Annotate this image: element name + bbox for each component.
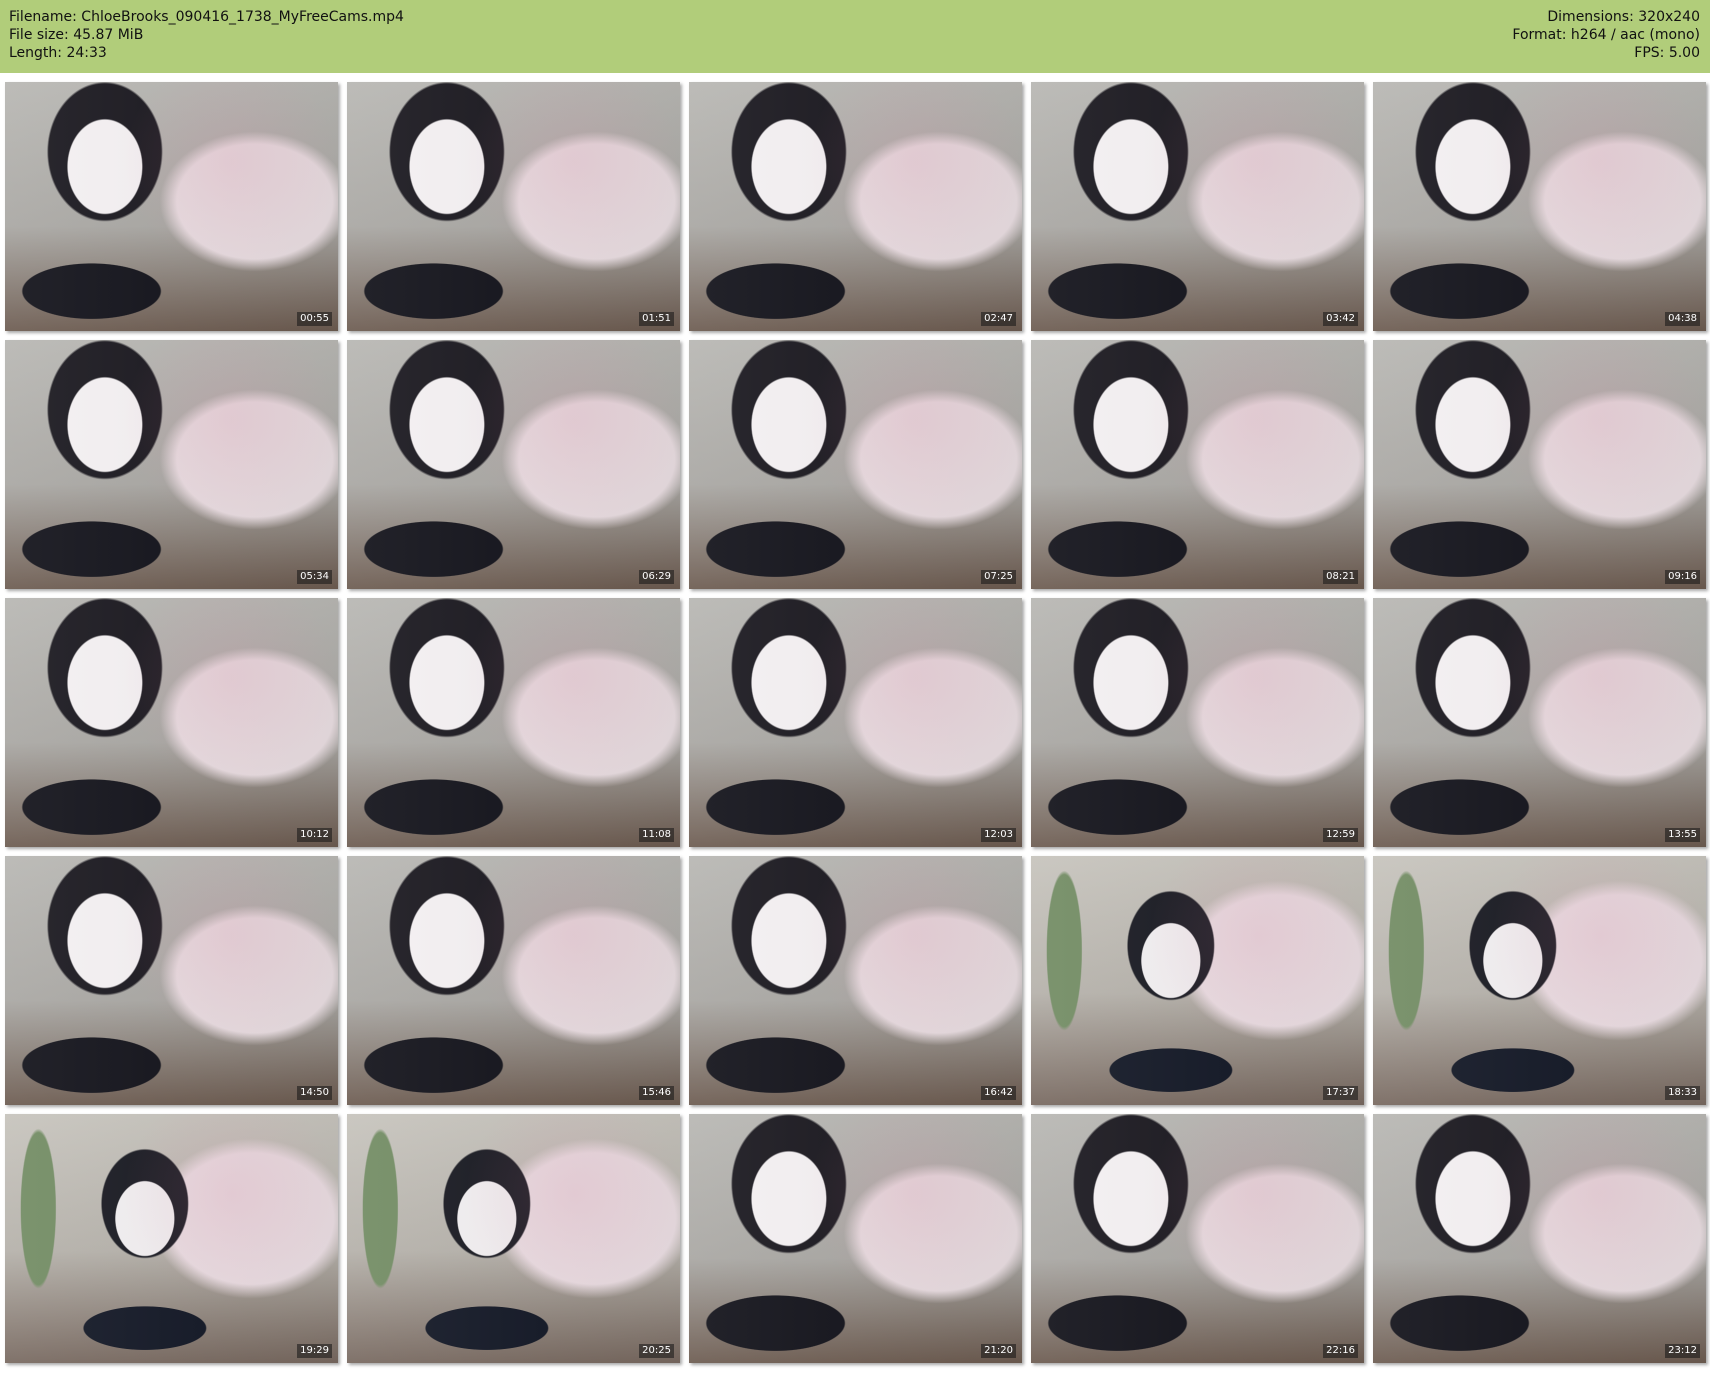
thumbnail-grid: 00:55 01:51 02:47 03:42 04:38 05:34 06:2… xyxy=(5,82,1707,1363)
file-size-text: File size: 45.87 MiB xyxy=(9,27,144,43)
timestamp: 18:33 xyxy=(1665,1086,1700,1100)
video-thumbnail: 19:29 xyxy=(5,1114,338,1363)
video-thumbnail: 15:46 xyxy=(347,856,680,1105)
video-thumbnail: 23:12 xyxy=(1373,1114,1706,1363)
format-text: Format: h264 / aac (mono) xyxy=(1512,27,1700,43)
timestamp: 21:20 xyxy=(981,1344,1016,1358)
metadata-header: Filename: ChloeBrooks_090416_1738_MyFree… xyxy=(0,0,1710,73)
video-thumbnail: 22:16 xyxy=(1031,1114,1364,1363)
timestamp: 04:38 xyxy=(1665,312,1700,326)
timestamp: 01:51 xyxy=(639,312,674,326)
filename-text: Filename: ChloeBrooks_090416_1738_MyFree… xyxy=(9,9,404,25)
timestamp: 12:59 xyxy=(1323,828,1358,842)
video-thumbnail: 12:59 xyxy=(1031,598,1364,847)
timestamp: 07:25 xyxy=(981,570,1016,584)
video-thumbnail: 16:42 xyxy=(689,856,1022,1105)
timestamp: 20:25 xyxy=(639,1344,674,1358)
video-info: Dimensions: 320x240 Format: h264 / aac (… xyxy=(1512,8,1700,62)
video-thumbnail: 05:34 xyxy=(5,340,338,589)
timestamp: 03:42 xyxy=(1323,312,1358,326)
video-thumbnail: 21:20 xyxy=(689,1114,1022,1363)
timestamp: 08:21 xyxy=(1323,570,1358,584)
video-thumbnail: 17:37 xyxy=(1031,856,1364,1105)
timestamp: 15:46 xyxy=(639,1086,674,1100)
timestamp: 00:55 xyxy=(297,312,332,326)
video-thumbnail: 14:50 xyxy=(5,856,338,1105)
length-text: Length: 24:33 xyxy=(9,45,107,61)
timestamp: 06:29 xyxy=(639,570,674,584)
file-info: Filename: ChloeBrooks_090416_1738_MyFree… xyxy=(9,8,404,62)
timestamp: 02:47 xyxy=(981,312,1016,326)
timestamp: 23:12 xyxy=(1665,1344,1700,1358)
timestamp: 22:16 xyxy=(1323,1344,1358,1358)
video-thumbnail: 20:25 xyxy=(347,1114,680,1363)
video-thumbnail: 11:08 xyxy=(347,598,680,847)
video-thumbnail: 07:25 xyxy=(689,340,1022,589)
timestamp: 12:03 xyxy=(981,828,1016,842)
video-thumbnail: 12:03 xyxy=(689,598,1022,847)
video-thumbnail: 01:51 xyxy=(347,82,680,331)
timestamp: 19:29 xyxy=(297,1344,332,1358)
fps-text: FPS: 5.00 xyxy=(1634,45,1700,61)
timestamp: 09:16 xyxy=(1665,570,1700,584)
video-thumbnail: 06:29 xyxy=(347,340,680,589)
timestamp: 05:34 xyxy=(297,570,332,584)
video-thumbnail: 13:55 xyxy=(1373,598,1706,847)
timestamp: 11:08 xyxy=(639,828,674,842)
timestamp: 16:42 xyxy=(981,1086,1016,1100)
video-thumbnail: 02:47 xyxy=(689,82,1022,331)
video-thumbnail: 10:12 xyxy=(5,598,338,847)
video-thumbnail: 04:38 xyxy=(1373,82,1706,331)
timestamp: 17:37 xyxy=(1323,1086,1358,1100)
video-thumbnail: 00:55 xyxy=(5,82,338,331)
timestamp: 10:12 xyxy=(297,828,332,842)
video-thumbnail: 18:33 xyxy=(1373,856,1706,1105)
timestamp: 13:55 xyxy=(1665,828,1700,842)
dimensions-text: Dimensions: 320x240 xyxy=(1547,9,1700,25)
timestamp: 14:50 xyxy=(297,1086,332,1100)
video-thumbnail: 03:42 xyxy=(1031,82,1364,331)
video-thumbnail: 09:16 xyxy=(1373,340,1706,589)
video-thumbnail: 08:21 xyxy=(1031,340,1364,589)
